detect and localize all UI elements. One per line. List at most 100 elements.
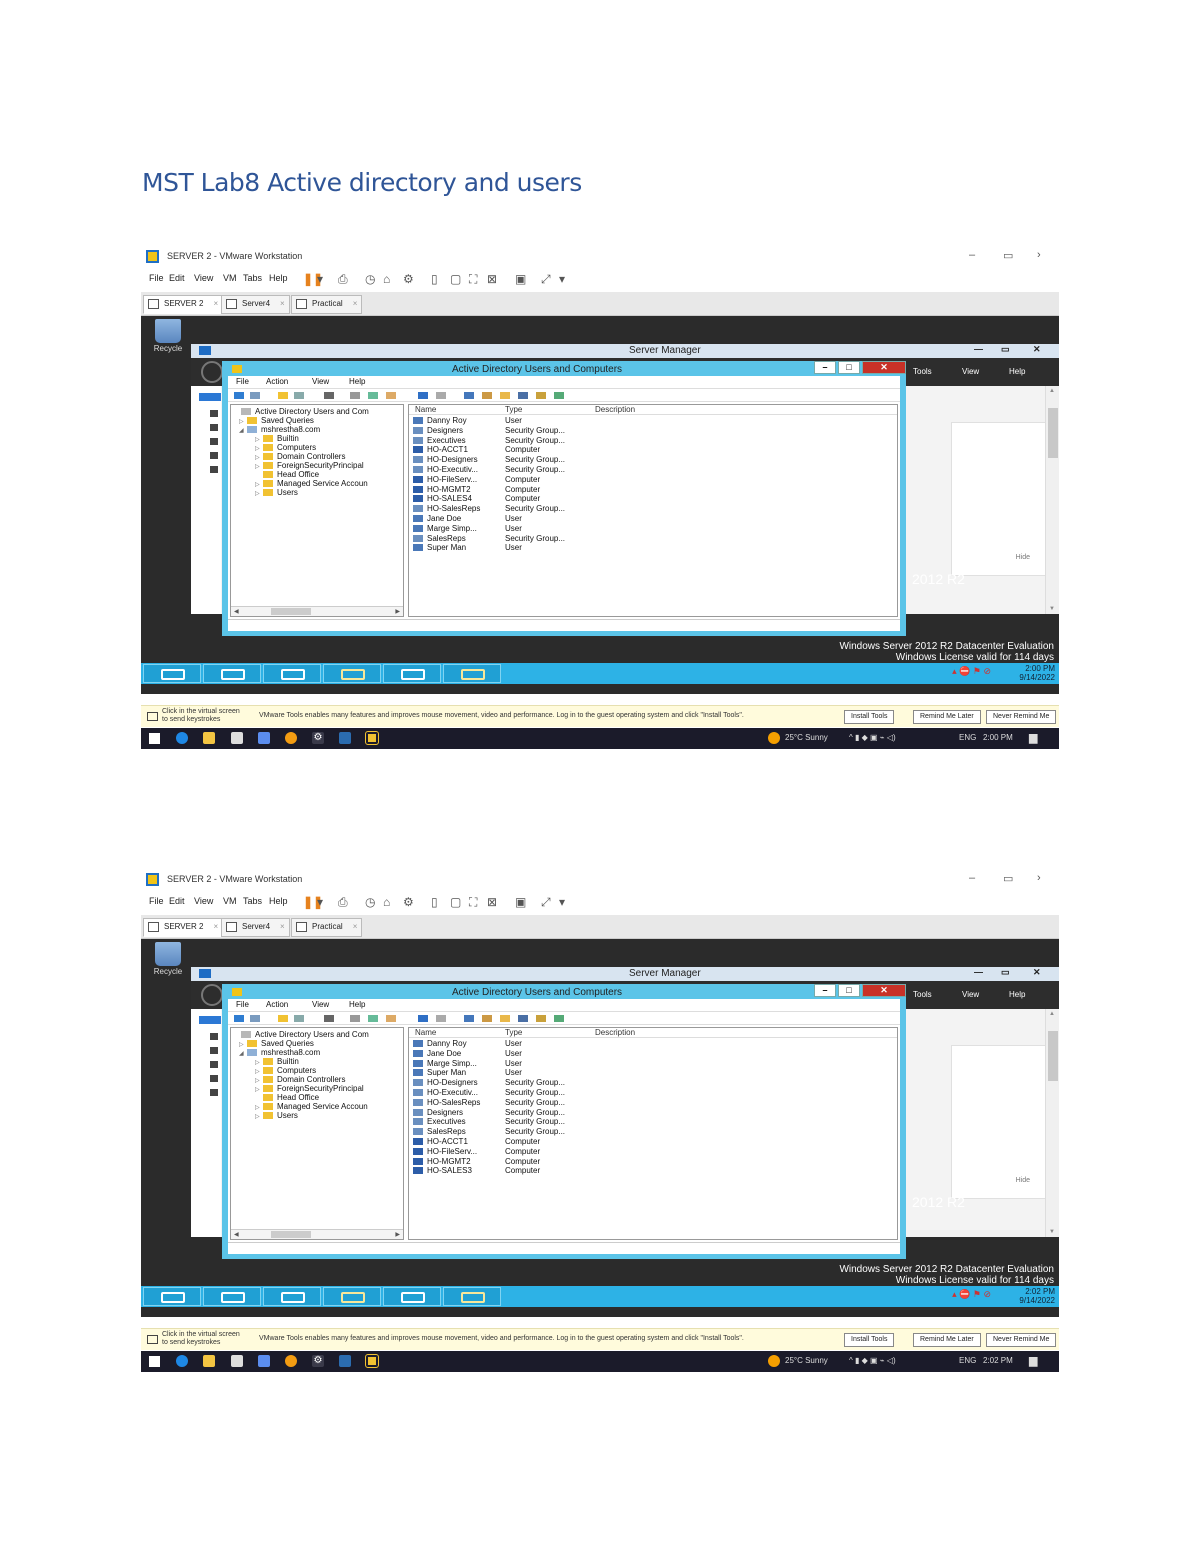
scroll-right-icon[interactable]: ▶ bbox=[395, 608, 400, 615]
menu-view[interactable]: View bbox=[194, 896, 213, 906]
menu-help[interactable]: Help bbox=[1009, 990, 1025, 999]
refresh-icon[interactable] bbox=[368, 1015, 378, 1022]
network-taskbar-button[interactable] bbox=[383, 1287, 441, 1306]
edge-icon[interactable] bbox=[176, 1355, 188, 1367]
tab-server-2[interactable]: SERVER 2 × bbox=[143, 918, 224, 937]
dns-icon[interactable] bbox=[210, 1075, 218, 1082]
list-item[interactable]: SalesReps Security Group... bbox=[413, 534, 893, 544]
back-arrow-icon[interactable] bbox=[234, 392, 244, 399]
host-clock[interactable]: 2:00 PM bbox=[983, 733, 1013, 742]
help-icon[interactable] bbox=[418, 1015, 428, 1022]
list-item[interactable]: SalesReps Security Group... bbox=[413, 1127, 893, 1137]
mail-icon[interactable] bbox=[258, 732, 270, 744]
column-type[interactable]: Type bbox=[505, 405, 522, 414]
minimize-icon[interactable]: — bbox=[974, 344, 983, 354]
start-button[interactable] bbox=[143, 1287, 201, 1306]
refresh-icon[interactable] bbox=[368, 392, 378, 399]
expand-icon[interactable]: ▷ bbox=[255, 1113, 263, 1120]
dns-icon[interactable] bbox=[210, 452, 218, 459]
tray-icons[interactable]: ▴ ⛔ ⚑ ⊘ bbox=[952, 666, 991, 677]
sticky-notes-icon[interactable] bbox=[365, 1354, 379, 1368]
menu-view[interactable]: View bbox=[194, 273, 213, 283]
chevron-down-icon[interactable]: ▾ bbox=[559, 895, 565, 909]
hide-link[interactable]: Hide bbox=[1016, 554, 1030, 561]
close-tab-icon[interactable]: × bbox=[213, 299, 218, 308]
expand-icon[interactable]: ▷ bbox=[255, 463, 263, 470]
never-remind-me-button[interactable]: Never Remind Me bbox=[986, 1333, 1057, 1347]
list-item[interactable]: Designers Security Group... bbox=[413, 1108, 893, 1118]
host-clock[interactable]: 2:02 PM bbox=[983, 1356, 1013, 1365]
expand-icon[interactable]: ▷ bbox=[239, 418, 247, 425]
list-item[interactable]: HO-ACCT1 Computer bbox=[413, 445, 893, 455]
tree-node[interactable]: ▷ Builtin bbox=[255, 434, 299, 443]
expand-icon[interactable]: ▷ bbox=[255, 1104, 263, 1111]
menu-tabs[interactable]: Tabs bbox=[243, 896, 262, 906]
scroll-thumb[interactable] bbox=[1048, 1031, 1058, 1081]
menu-vm[interactable]: VM bbox=[223, 896, 237, 906]
list-item[interactable]: HO-FileServ... Computer bbox=[413, 1147, 893, 1157]
expand-icon[interactable]: ◢ bbox=[239, 1050, 247, 1057]
list-item[interactable]: Danny Roy User bbox=[413, 1039, 893, 1049]
minimize-icon[interactable]: — bbox=[974, 967, 983, 977]
menu-help[interactable]: Help bbox=[269, 896, 288, 906]
local-server-icon[interactable] bbox=[210, 410, 218, 417]
recycle-bin[interactable]: Recycle bbox=[148, 942, 188, 976]
unity-icon[interactable]: ⊠ bbox=[487, 272, 497, 286]
scroll-left-icon[interactable]: ◀ bbox=[234, 608, 239, 615]
menu-help[interactable]: Help bbox=[349, 377, 365, 386]
tab-server-2[interactable]: SERVER 2 × bbox=[143, 295, 224, 314]
properties-icon[interactable] bbox=[350, 392, 360, 399]
properties-icon[interactable] bbox=[350, 1015, 360, 1022]
hide-link[interactable]: Hide bbox=[1016, 1177, 1030, 1184]
list-item[interactable]: HO-SalesReps Security Group... bbox=[413, 1098, 893, 1108]
thumbnail-icon[interactable]: ▢ bbox=[450, 895, 461, 909]
filter-icon[interactable] bbox=[518, 392, 528, 399]
scroll-left-icon[interactable]: ◀ bbox=[234, 1231, 239, 1238]
never-remind-me-button[interactable]: Never Remind Me bbox=[986, 710, 1057, 724]
tree-node[interactable]: ▷ Saved Queries bbox=[239, 1039, 314, 1048]
menu-file[interactable]: File bbox=[236, 1000, 249, 1009]
vertical-scrollbar[interactable]: ▲ ▼ bbox=[1045, 386, 1059, 614]
library-icon[interactable]: ▯ bbox=[431, 272, 438, 286]
scroll-down-icon[interactable]: ▼ bbox=[1049, 606, 1055, 612]
minimize-icon[interactable]: – bbox=[814, 361, 836, 374]
close-tab-icon[interactable]: × bbox=[353, 922, 358, 931]
chevron-down-icon[interactable]: ▾ bbox=[317, 272, 323, 286]
vmware-icon[interactable] bbox=[339, 732, 351, 744]
system-tray-icons[interactable]: ^ ▮ ◆ ▣ ⌁ ◁) bbox=[849, 1356, 896, 1365]
menu-tabs[interactable]: Tabs bbox=[243, 273, 262, 283]
back-icon[interactable] bbox=[201, 984, 223, 1006]
list-item[interactable]: HO-SALES3 Computer bbox=[413, 1166, 893, 1176]
file-services-icon[interactable] bbox=[210, 466, 218, 473]
horizontal-scrollbar[interactable]: ◀ ▶ bbox=[231, 606, 403, 616]
menu-view[interactable]: View bbox=[962, 367, 979, 376]
list-item[interactable]: Marge Simp... User bbox=[413, 524, 893, 534]
list-item[interactable]: HO-FileServ... Computer bbox=[413, 475, 893, 485]
send-ctrl-alt-del-icon[interactable]: ⎙ bbox=[338, 895, 348, 910]
menu-tools[interactable]: Tools bbox=[913, 367, 932, 376]
tree-node[interactable]: ▷ ForeignSecurityPrincipal bbox=[255, 1084, 364, 1093]
console-icon[interactable] bbox=[436, 1015, 446, 1022]
tree-node[interactable]: ▷ ForeignSecurityPrincipal bbox=[255, 461, 364, 470]
revert-snapshot-icon[interactable]: ⌂ bbox=[383, 895, 390, 909]
close-icon[interactable]: ✕ bbox=[862, 984, 906, 997]
explorer-taskbar-button[interactable] bbox=[323, 1287, 381, 1306]
tree-node[interactable]: ▷ Saved Queries bbox=[239, 416, 314, 425]
list-item[interactable]: HO-MGMT2 Computer bbox=[413, 485, 893, 495]
forward-arrow-icon[interactable] bbox=[250, 1015, 260, 1022]
list-item[interactable]: HO-MGMT2 Computer bbox=[413, 1157, 893, 1167]
back-arrow-icon[interactable] bbox=[234, 1015, 244, 1022]
tree-node[interactable]: Head Office bbox=[255, 470, 319, 479]
up-folder-icon[interactable] bbox=[278, 1015, 288, 1022]
list-item[interactable]: Executives Security Group... bbox=[413, 436, 893, 446]
full-screen-icon[interactable]: ⛶ bbox=[469, 895, 477, 910]
console-view-icon[interactable]: ▣ bbox=[515, 272, 526, 286]
list-item[interactable]: HO-SALES4 Computer bbox=[413, 494, 893, 504]
add-to-group-icon[interactable] bbox=[536, 1015, 546, 1022]
notification-icon[interactable]: ▆ bbox=[1029, 731, 1037, 744]
find-icon[interactable] bbox=[554, 1015, 564, 1022]
language-indicator[interactable]: ENG bbox=[959, 733, 976, 742]
expand-icon[interactable]: ▷ bbox=[255, 490, 263, 497]
tree-node[interactable]: Head Office bbox=[255, 1093, 319, 1102]
guest-clock[interactable]: 2:00 PM 9/14/2022 bbox=[1019, 664, 1055, 682]
